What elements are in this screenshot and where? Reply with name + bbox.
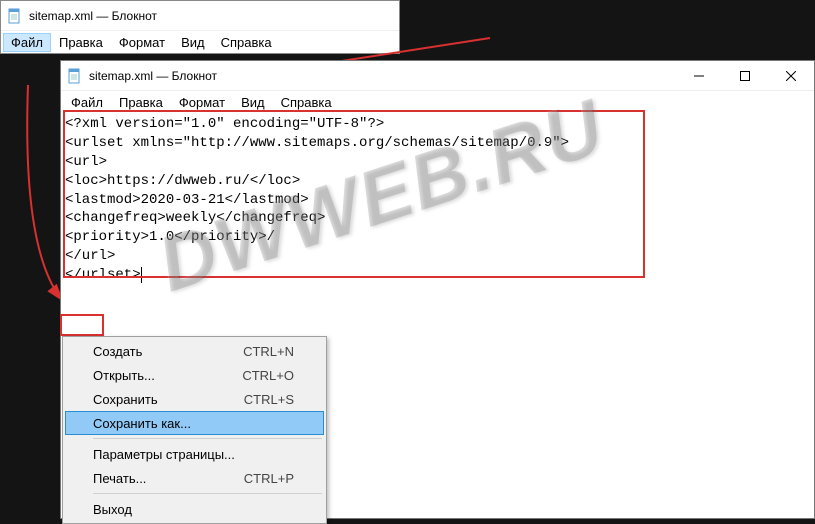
maximize-button[interactable] — [722, 61, 768, 91]
window-controls — [676, 61, 814, 91]
menu-shortcut: CTRL+N — [243, 344, 294, 359]
menu-item-label: Создать — [93, 344, 142, 359]
menu-edit[interactable]: Правка — [51, 33, 111, 52]
menu-item-page-setup[interactable]: Параметры страницы... — [65, 442, 324, 466]
menubar: Файл Правка Формат Вид Справка — [1, 31, 399, 53]
window-title: sitemap.xml — Блокнот — [29, 9, 157, 23]
file-dropdown-menu: Создать CTRL+N Открыть... CTRL+O Сохрани… — [62, 336, 327, 524]
menu-file[interactable]: Файл — [3, 33, 51, 52]
menu-item-label: Печать... — [93, 471, 146, 486]
menu-view[interactable]: Вид — [233, 93, 273, 112]
menu-item-exit[interactable]: Выход — [65, 497, 324, 521]
menu-shortcut: CTRL+S — [244, 392, 294, 407]
menu-help[interactable]: Справка — [213, 33, 280, 52]
menu-shortcut: CTRL+P — [244, 471, 294, 486]
menu-item-label: Сохранить как... — [93, 416, 191, 431]
menubar: Файл Правка Формат Вид Справка — [61, 91, 814, 113]
text-editor-content[interactable]: <?xml version="1.0" encoding="UTF-8"?><u… — [61, 113, 814, 287]
menu-item-create[interactable]: Создать CTRL+N — [65, 339, 324, 363]
menu-item-label: Открыть... — [93, 368, 155, 383]
window-title: sitemap.xml — Блокнот — [89, 69, 217, 83]
close-button[interactable] — [768, 61, 814, 91]
notepad-icon — [7, 8, 23, 24]
menu-separator — [93, 493, 322, 494]
menu-item-save-as[interactable]: Сохранить как... — [65, 411, 324, 435]
menu-format[interactable]: Формат — [171, 93, 233, 112]
menu-item-label: Параметры страницы... — [93, 447, 235, 462]
menu-file[interactable]: Файл — [63, 93, 111, 112]
menu-shortcut: CTRL+O — [242, 368, 294, 383]
menu-edit[interactable]: Правка — [111, 93, 171, 112]
menu-separator — [93, 438, 322, 439]
menu-help[interactable]: Справка — [273, 93, 340, 112]
notepad-icon — [67, 68, 83, 84]
menu-item-print[interactable]: Печать... CTRL+P — [65, 466, 324, 490]
titlebar[interactable]: sitemap.xml — Блокнот — [1, 1, 399, 31]
minimize-button[interactable] — [676, 61, 722, 91]
menu-item-label: Сохранить — [93, 392, 158, 407]
menu-item-label: Выход — [93, 502, 132, 517]
menu-view[interactable]: Вид — [173, 33, 213, 52]
menu-format[interactable]: Формат — [111, 33, 173, 52]
menu-item-open[interactable]: Открыть... CTRL+O — [65, 363, 324, 387]
titlebar[interactable]: sitemap.xml — Блокнот — [61, 61, 814, 91]
menu-item-save[interactable]: Сохранить CTRL+S — [65, 387, 324, 411]
